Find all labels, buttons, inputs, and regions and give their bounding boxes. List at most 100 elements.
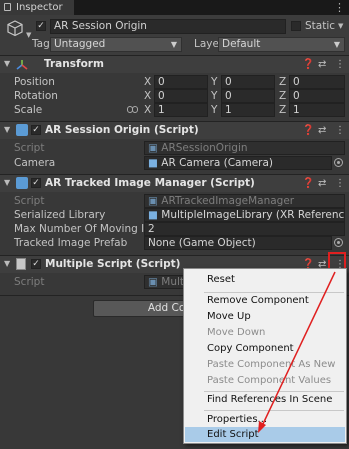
ar-session-origin-enabled-checkbox[interactable]: ✓ (31, 125, 41, 135)
ar-tracked-title: AR Tracked Image Manager (Script) (45, 177, 255, 189)
tag-label: Tag (32, 38, 50, 50)
camera-field[interactable]: ■ AR Camera (Camera) (144, 156, 332, 170)
preset-icon[interactable]: ⇄ (318, 124, 326, 137)
tab-inspector[interactable]: Inspector (0, 0, 74, 15)
scale-z-label[interactable]: Z (279, 104, 286, 116)
script-field: ▣ ARSessionOrigin (144, 141, 345, 155)
scale-x-field[interactable]: 1 (154, 103, 208, 117)
camera-value: AR Camera (Camera) (161, 157, 274, 169)
multiple-script-title: Multiple Script (Script) (45, 258, 181, 270)
scale-y-label[interactable]: Y (211, 104, 217, 116)
script-value: ARTrackedImageManager (161, 195, 295, 207)
menu-item-paste-as-new[interactable]: Paste Component As New (207, 358, 335, 372)
gameobject-cube-icon (7, 20, 23, 37)
multiple-script-enabled-checkbox[interactable]: ✓ (31, 259, 41, 269)
layer-value: Default (222, 38, 261, 50)
scale-y-field[interactable]: 1 (221, 103, 275, 117)
position-z-field[interactable]: 0 (289, 75, 345, 89)
script-label: Script (14, 276, 45, 288)
menu-item-move-down[interactable]: Move Down (207, 326, 265, 340)
menu-separator (204, 292, 344, 293)
menu-item-properties[interactable]: Properties... (207, 413, 267, 427)
rotation-label: Rotation (14, 90, 58, 102)
menu-item-find-references[interactable]: Find References In Scene (207, 393, 332, 407)
script-field: ▣ ARTrackedImageManager (144, 194, 345, 208)
script-component-icon (16, 124, 28, 136)
camera-label: Camera (14, 157, 56, 169)
menu-item-paste-values[interactable]: Paste Component Values (207, 374, 331, 388)
preset-icon[interactable]: ⇄ (318, 58, 326, 71)
csharp-script-icon (16, 258, 26, 270)
position-y-label[interactable]: Y (211, 76, 217, 88)
rotation-x-label[interactable]: X (144, 90, 151, 102)
menu-item-copy-component[interactable]: Copy Component (207, 342, 294, 356)
script-file-icon: ▣ (148, 195, 158, 207)
menu-item-remove-component[interactable]: Remove Component (207, 294, 309, 308)
rotation-y-label[interactable]: Y (211, 90, 217, 102)
camera-icon: ■ (148, 157, 158, 169)
preset-icon[interactable]: ⇄ (318, 177, 326, 190)
chevron-down-icon: ▼ (170, 40, 177, 49)
help-icon[interactable]: ❓ (302, 177, 314, 190)
ar-tracked-header[interactable]: ▼ ✓ AR Tracked Image Manager (Script) ❓ … (0, 175, 349, 192)
object-picker-icon[interactable] (334, 158, 343, 167)
menu-item-edit-script[interactable]: Edit Script (207, 428, 259, 442)
menu-item-reset[interactable]: Reset (207, 273, 235, 287)
help-icon[interactable]: ❓ (302, 124, 314, 137)
chevron-down-icon[interactable]: ▼ (26, 31, 31, 39)
ar-session-origin-header[interactable]: ▼ ✓ AR Session Origin (Script) ❓ ⇄ ⋮ (0, 122, 349, 139)
script-value: ARSessionOrigin (161, 142, 248, 154)
foldout-icon[interactable]: ▼ (4, 178, 10, 187)
help-icon[interactable]: ❓ (302, 58, 314, 71)
ar-tracked-enabled-checkbox[interactable]: ✓ (31, 178, 41, 188)
rotation-x-field[interactable]: 0 (154, 89, 208, 103)
tracked-image-prefab-field[interactable]: None (Game Object) (144, 236, 332, 250)
rotation-z-field[interactable]: 0 (289, 89, 345, 103)
foldout-icon[interactable]: ▼ (4, 59, 10, 68)
tab-bar: Inspector ⋮ (0, 0, 349, 15)
component-header-icons: ❓ ⇄ ⋮ (298, 177, 346, 190)
asset-icon: ■ (148, 209, 158, 221)
static-checkbox[interactable] (291, 21, 301, 31)
link-icon[interactable] (127, 105, 138, 114)
menu-item-move-up[interactable]: Move Up (207, 310, 251, 324)
gameobject-active-checkbox[interactable]: ✓ (36, 21, 46, 31)
more-options-icon[interactable]: ⋮ (335, 177, 345, 190)
serialized-library-field[interactable]: ■ MultipleImageLibrary (XR Reference Ima… (144, 208, 345, 222)
tab-menu-icon[interactable]: ⋮ (334, 0, 345, 15)
component-header-icons: ❓ ⇄ ⋮ (298, 58, 346, 71)
position-y-field[interactable]: 0 (221, 75, 275, 89)
scale-z-field[interactable]: 1 (289, 103, 345, 117)
inspector-icon (4, 3, 11, 11)
script-label: Script (14, 142, 45, 154)
script-component-icon (16, 177, 28, 189)
static-dropdown-icon[interactable]: ▼ (338, 22, 343, 30)
position-x-field[interactable]: 0 (154, 75, 208, 89)
transform-axes-icon (16, 60, 28, 70)
script-file-icon: ▣ (148, 276, 158, 288)
transform-header[interactable]: ▼ Transform ❓ ⇄ ⋮ (0, 56, 349, 73)
object-picker-icon[interactable] (334, 238, 343, 247)
script-file-icon: ▣ (148, 142, 158, 154)
rotation-y-field[interactable]: 0 (221, 89, 275, 103)
menu-separator (204, 410, 344, 411)
more-options-icon[interactable]: ⋮ (335, 124, 345, 137)
tag-dropdown[interactable]: Untagged ▼ (50, 37, 182, 52)
position-z-label[interactable]: Z (279, 76, 286, 88)
chevron-down-icon: ▼ (333, 40, 340, 49)
max-moving-images-field[interactable]: 2 (144, 222, 345, 236)
component-header-icons: ❓ ⇄ ⋮ (298, 124, 346, 137)
more-options-icon[interactable]: ⋮ (335, 58, 345, 71)
rotation-z-label[interactable]: Z (279, 90, 286, 102)
foldout-icon[interactable]: ▼ (4, 259, 10, 268)
gameobject-name-field[interactable]: AR Session Origin (50, 19, 286, 34)
scale-x-label[interactable]: X (144, 104, 151, 116)
position-x-label[interactable]: X (144, 76, 151, 88)
position-label: Position (14, 76, 55, 88)
menu-separator (204, 391, 344, 392)
layer-dropdown[interactable]: Default ▼ (218, 37, 345, 52)
ar-session-origin-title: AR Session Origin (Script) (45, 124, 199, 136)
tab-label: Inspector (16, 2, 63, 13)
foldout-icon[interactable]: ▼ (4, 125, 10, 134)
serialized-library-value: MultipleImageLibrary (XR Reference Image… (161, 209, 345, 221)
